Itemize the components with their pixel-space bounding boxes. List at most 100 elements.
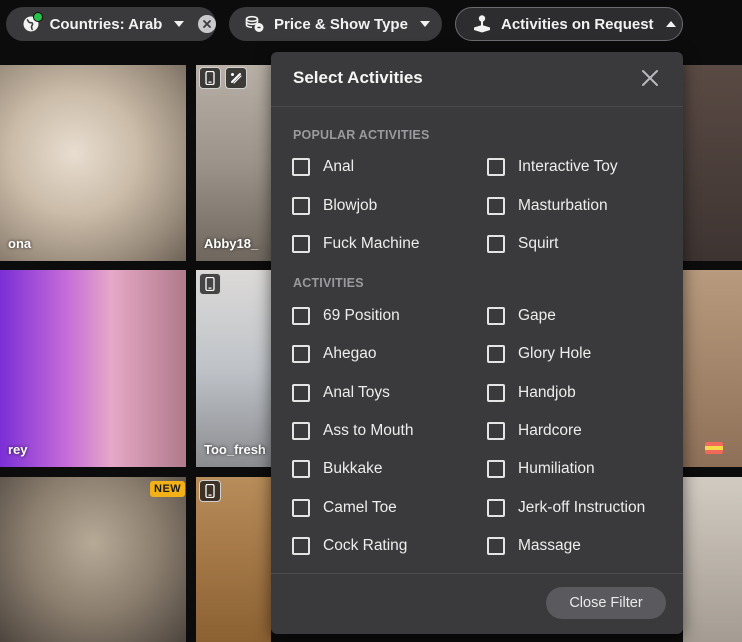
caret-down-icon bbox=[419, 21, 430, 27]
active-indicator bbox=[32, 12, 43, 22]
mobile-icon bbox=[199, 273, 221, 295]
checkbox-hardcore[interactable]: Hardcore bbox=[487, 421, 582, 440]
close-icon[interactable] bbox=[639, 67, 661, 89]
model-name: ona bbox=[8, 236, 32, 251]
checkbox-label: Ahegao bbox=[323, 345, 377, 363]
checkbox-box[interactable] bbox=[292, 307, 310, 325]
checkbox-jerk-off-instruction[interactable]: Jerk-off Instruction bbox=[487, 498, 646, 517]
checkbox-ahegao[interactable]: Ahegao bbox=[292, 345, 377, 364]
model-name: Abby18_ bbox=[204, 236, 259, 251]
price-coins-icon bbox=[244, 13, 266, 35]
checkbox-label: Handjob bbox=[518, 383, 576, 401]
checkbox-box[interactable] bbox=[292, 383, 310, 402]
checkbox-label: Blowjob bbox=[323, 196, 378, 214]
checkbox-label: Massage bbox=[518, 536, 581, 554]
checkbox-box[interactable] bbox=[487, 158, 505, 176]
globe-icon bbox=[20, 12, 43, 35]
model-tile[interactable] bbox=[683, 270, 742, 467]
new-badge: NEW bbox=[150, 481, 186, 497]
price-show-type-label: Price & Show Type bbox=[274, 15, 408, 33]
checkbox-cock-rating[interactable]: Cock Rating bbox=[292, 536, 408, 555]
caret-down-icon bbox=[174, 21, 185, 27]
model-tile[interactable]: NEW bbox=[0, 477, 186, 642]
mobile-icon bbox=[199, 480, 221, 502]
model-tile[interactable]: Too_fresh bbox=[196, 270, 271, 467]
checkbox-label: Gape bbox=[518, 307, 556, 324]
checkbox-box[interactable] bbox=[487, 460, 505, 479]
checkbox-box[interactable] bbox=[487, 421, 505, 440]
checkbox-interactive-toy[interactable]: Interactive Toy bbox=[487, 158, 618, 176]
checkbox-box[interactable] bbox=[292, 196, 310, 215]
mobile-icon bbox=[199, 67, 221, 89]
model-tile[interactable]: ona bbox=[0, 65, 186, 261]
checkbox-anal-toys[interactable]: Anal Toys bbox=[292, 383, 390, 402]
checkbox-label: Anal bbox=[323, 158, 355, 175]
checkbox-masturbation[interactable]: Masturbation bbox=[487, 196, 608, 215]
checkbox-fuck-machine[interactable]: Fuck Machine bbox=[292, 235, 419, 253]
joystick-icon bbox=[471, 13, 493, 35]
popular-activities-heading: POPULAR ACTIVITIES bbox=[293, 128, 430, 142]
checkbox-label: Masturbation bbox=[518, 196, 608, 214]
close-filter-button[interactable]: Close Filter bbox=[546, 587, 666, 619]
checkbox-box[interactable] bbox=[487, 536, 505, 555]
checkbox-box[interactable] bbox=[292, 536, 310, 555]
checkbox-box[interactable] bbox=[487, 345, 505, 364]
activities-heading: ACTIVITIES bbox=[293, 276, 364, 290]
model-tile[interactable]: rey bbox=[0, 270, 186, 467]
checkbox-label: Squirt bbox=[518, 235, 559, 252]
checkbox-box[interactable] bbox=[487, 235, 505, 253]
checkbox-box[interactable] bbox=[487, 383, 505, 402]
checkbox-box[interactable] bbox=[292, 421, 310, 440]
checkbox-box[interactable] bbox=[292, 235, 310, 253]
checkbox-label: Fuck Machine bbox=[323, 235, 420, 252]
checkbox-label: Jerk-off Instruction bbox=[518, 498, 646, 516]
checkbox-label: 69 Position bbox=[323, 307, 400, 324]
flag-icon bbox=[705, 442, 723, 454]
checkbox-ass-to-mouth[interactable]: Ass to Mouth bbox=[292, 421, 414, 440]
countries-filter-chip[interactable]: Countries: Arab bbox=[6, 7, 216, 41]
checkbox-label: Humiliation bbox=[518, 460, 595, 478]
checkbox-gape[interactable]: Gape bbox=[487, 307, 556, 325]
checkbox-bukkake[interactable]: Bukkake bbox=[292, 460, 382, 479]
checkbox-box[interactable] bbox=[487, 307, 505, 325]
panel-title: Select Activities bbox=[293, 68, 423, 87]
checkbox-box[interactable] bbox=[292, 345, 310, 364]
checkbox-glory-hole[interactable]: Glory Hole bbox=[487, 345, 592, 364]
checkbox-anal[interactable]: Anal bbox=[292, 158, 354, 176]
checkbox-label: Interactive Toy bbox=[518, 158, 618, 175]
model-name: Too_fresh bbox=[204, 442, 266, 457]
divider bbox=[271, 106, 683, 107]
checkbox-box[interactable] bbox=[292, 498, 310, 517]
model-tile[interactable] bbox=[683, 477, 742, 642]
model-tile[interactable] bbox=[683, 65, 742, 261]
select-activities-panel: Select Activities POPULAR ACTIVITIES Ana… bbox=[271, 52, 683, 634]
price-show-type-chip[interactable]: Price & Show Type bbox=[229, 7, 442, 41]
filter-bar: Countries: Arab Price & Show Type Activi… bbox=[0, 0, 742, 52]
checkbox-handjob[interactable]: Handjob bbox=[487, 383, 576, 402]
checkbox-camel-toe[interactable]: Camel Toe bbox=[292, 498, 397, 517]
checkbox-box[interactable] bbox=[487, 196, 505, 215]
interactive-toy-icon bbox=[225, 67, 247, 89]
countries-filter-label: Countries: Arab bbox=[49, 15, 163, 33]
checkbox-box[interactable] bbox=[292, 460, 310, 479]
checkbox-box[interactable] bbox=[487, 498, 505, 517]
model-name: rey bbox=[8, 442, 28, 457]
model-tile[interactable] bbox=[196, 477, 271, 642]
checkbox-label: Anal Toys bbox=[323, 383, 390, 401]
checkbox-label: Cock Rating bbox=[323, 536, 408, 554]
clear-filter-icon[interactable] bbox=[198, 15, 216, 33]
activities-on-request-label: Activities on Request bbox=[501, 15, 654, 33]
checkbox-humiliation[interactable]: Humiliation bbox=[487, 460, 595, 479]
checkbox-massage[interactable]: Massage bbox=[487, 536, 581, 555]
checkbox-label: Glory Hole bbox=[518, 345, 592, 363]
checkbox-blowjob[interactable]: Blowjob bbox=[292, 196, 378, 215]
checkbox-69-position[interactable]: 69 Position bbox=[292, 307, 400, 325]
caret-up-icon bbox=[665, 21, 676, 27]
model-tile[interactable]: Abby18_ bbox=[196, 65, 271, 261]
divider bbox=[271, 573, 683, 574]
checkbox-box[interactable] bbox=[292, 158, 310, 176]
checkbox-squirt[interactable]: Squirt bbox=[487, 235, 559, 253]
checkbox-label: Ass to Mouth bbox=[323, 421, 414, 439]
checkbox-label: Camel Toe bbox=[323, 498, 397, 516]
activities-on-request-chip[interactable]: Activities on Request bbox=[455, 7, 683, 41]
